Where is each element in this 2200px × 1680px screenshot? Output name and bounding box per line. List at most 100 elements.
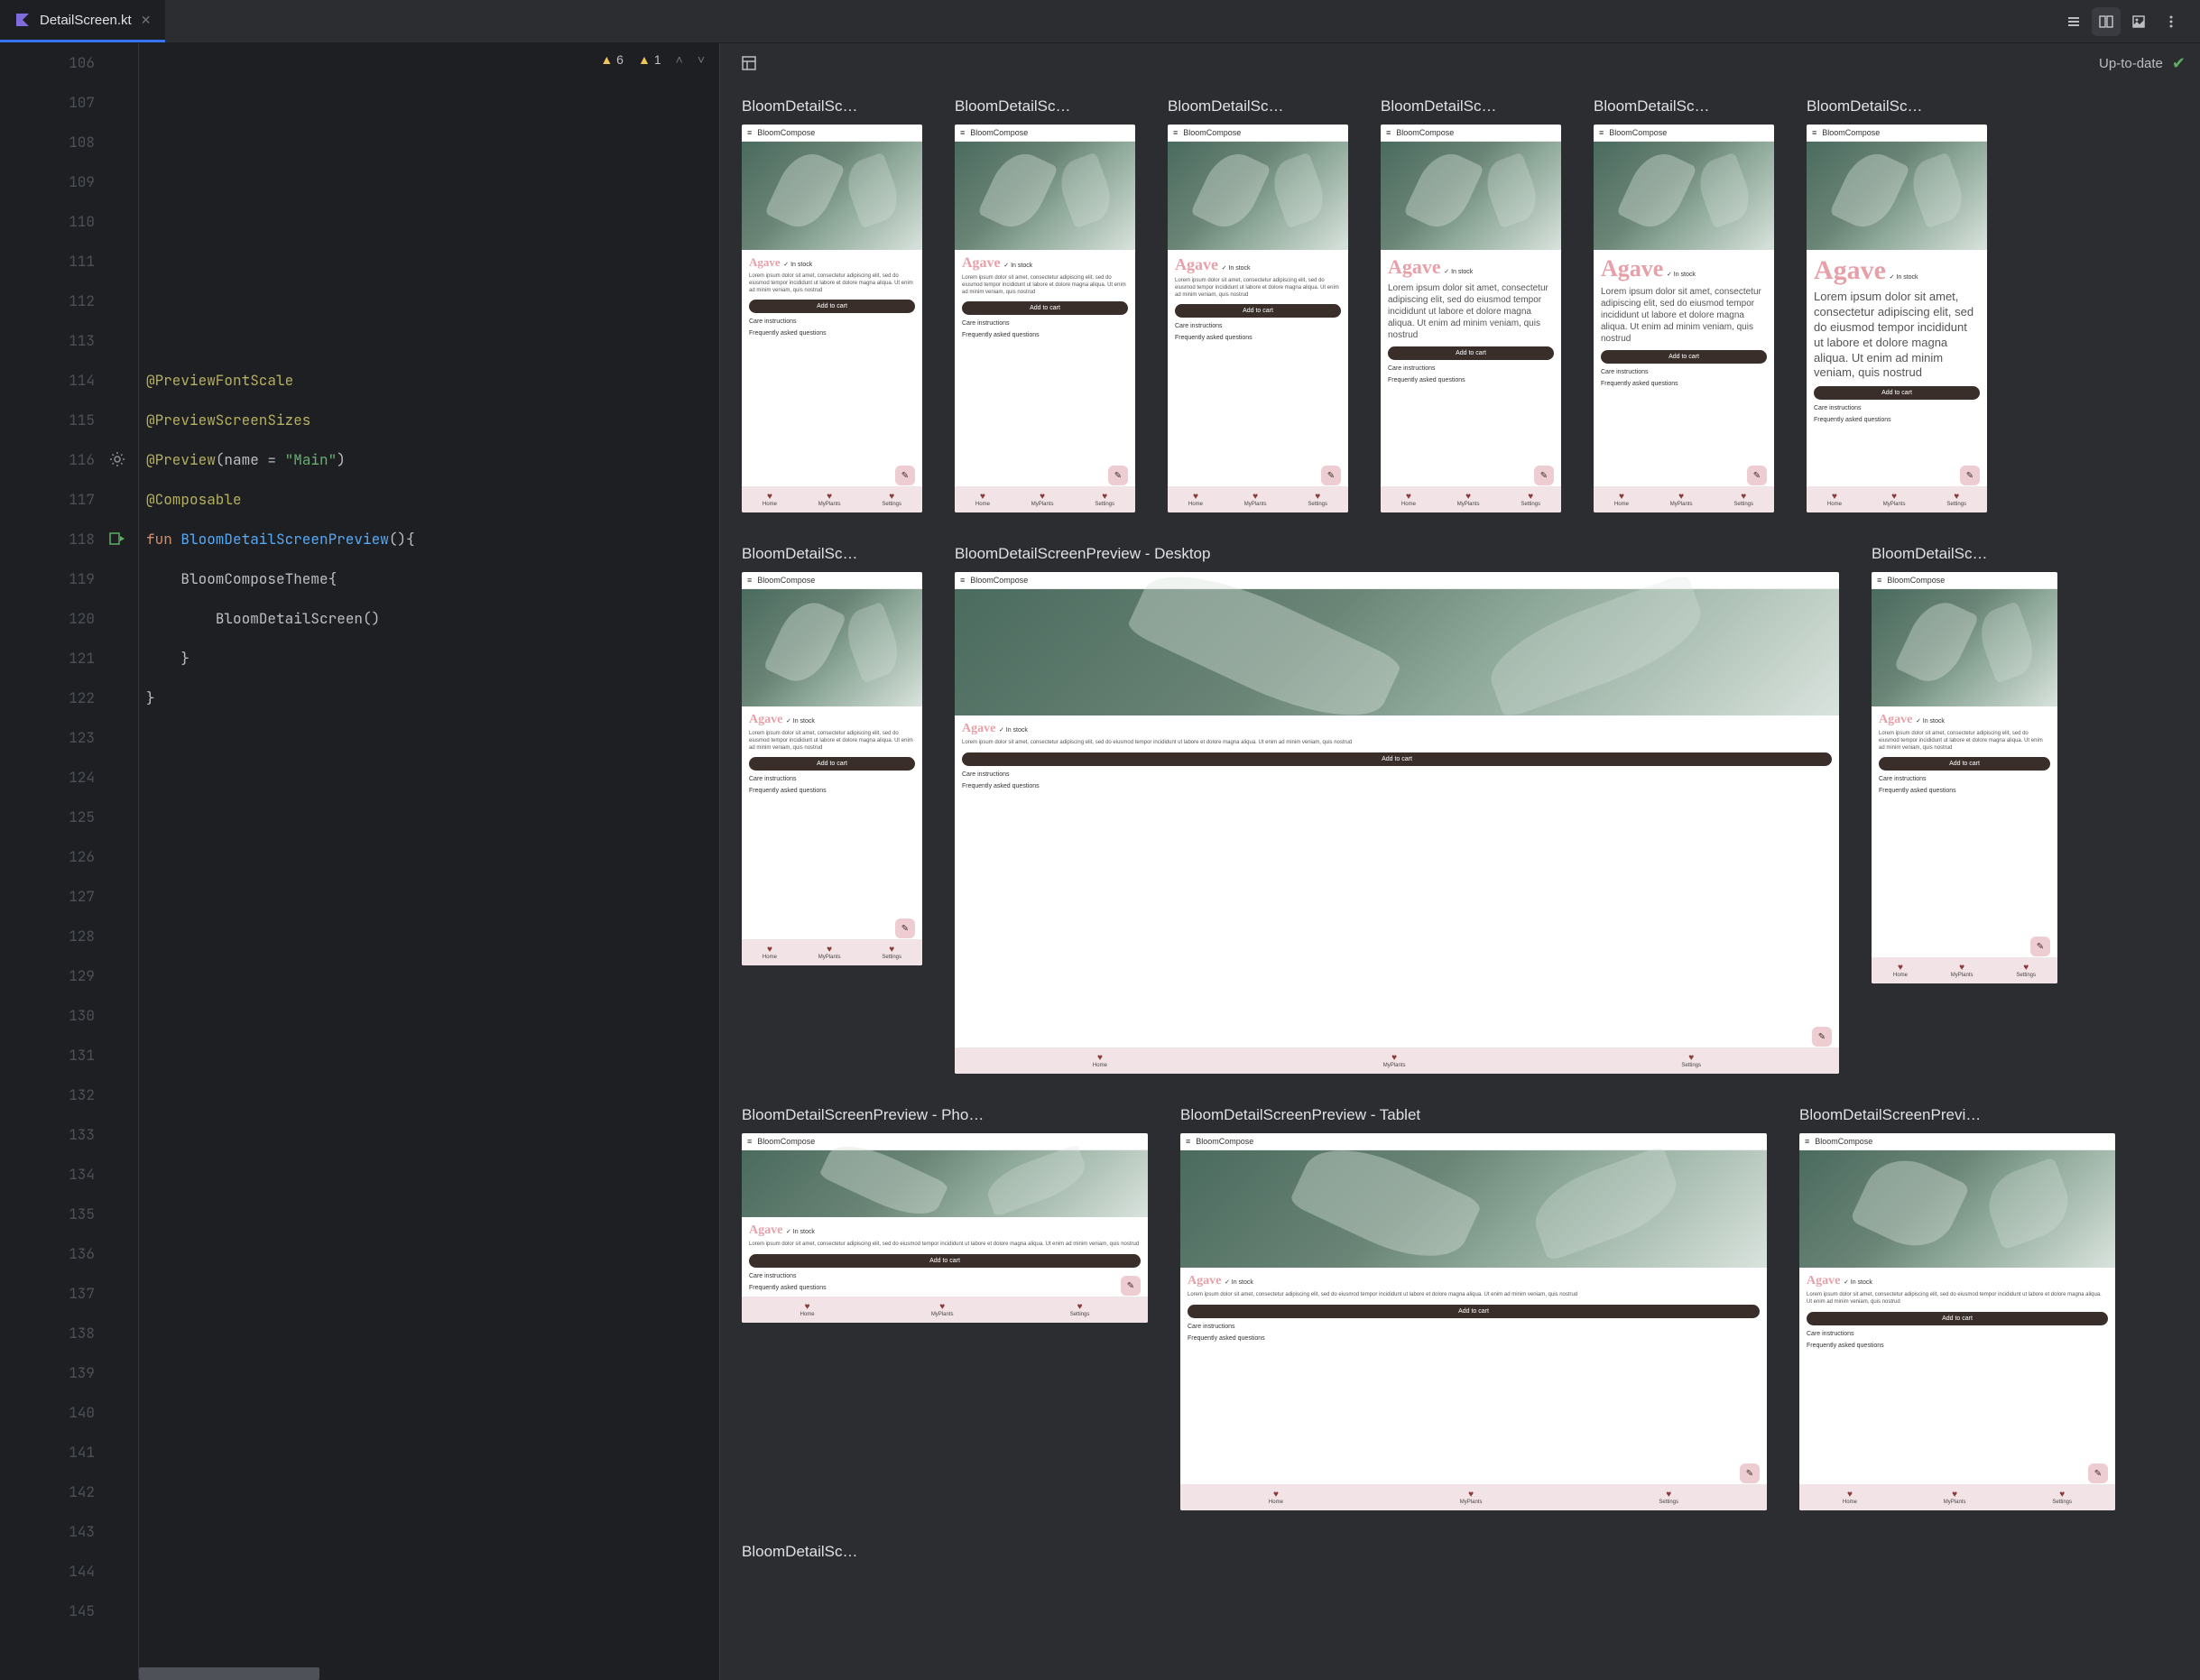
- code-line[interactable]: [146, 956, 719, 996]
- line-number[interactable]: 118: [0, 520, 95, 559]
- code-line[interactable]: [146, 162, 719, 202]
- code-line[interactable]: [146, 1234, 719, 1274]
- line-number[interactable]: 113: [0, 321, 95, 361]
- code-line[interactable]: [146, 1036, 719, 1075]
- line-number[interactable]: 129: [0, 956, 95, 996]
- next-highlight-icon[interactable]: ˅: [698, 52, 705, 67]
- code-line[interactable]: [146, 123, 719, 162]
- code-line[interactable]: [146, 83, 719, 123]
- preview-grid[interactable]: BloomDetailSc…≡BloomComposeAgave ✓ In st…: [720, 83, 2200, 1680]
- code-line[interactable]: BloomComposeTheme{: [146, 559, 719, 599]
- file-tab[interactable]: DetailScreen.kt ✕: [0, 0, 165, 42]
- split-view-icon[interactable]: [2092, 7, 2121, 36]
- line-number[interactable]: 131: [0, 1036, 95, 1075]
- code-line[interactable]: [146, 1353, 719, 1393]
- line-number[interactable]: 140: [0, 1393, 95, 1433]
- code-area[interactable]: 1061071081091101111121131141151161171181…: [0, 43, 719, 1680]
- code-line[interactable]: [146, 1195, 719, 1234]
- line-number[interactable]: 121: [0, 639, 95, 678]
- gear-icon[interactable]: [109, 451, 127, 469]
- code-line[interactable]: [146, 1472, 719, 1512]
- code-line[interactable]: @Preview(name = "Main"): [146, 440, 719, 480]
- warning-count-1[interactable]: ▲ 6: [600, 52, 624, 67]
- line-number[interactable]: 110: [0, 202, 95, 242]
- code-line[interactable]: [146, 1393, 719, 1433]
- line-number[interactable]: 139: [0, 1353, 95, 1393]
- code-line[interactable]: [146, 321, 719, 361]
- code-line[interactable]: [146, 1155, 719, 1195]
- warning-count-2[interactable]: ▲ 1: [638, 52, 661, 67]
- line-number[interactable]: 130: [0, 996, 95, 1036]
- preview-canvas[interactable]: ≡BloomComposeAgave ✓ In stockLorem ipsum…: [1799, 1133, 2115, 1510]
- line-number[interactable]: 112: [0, 282, 95, 321]
- line-number[interactable]: 108: [0, 123, 95, 162]
- preview-canvas[interactable]: ≡BloomComposeAgave ✓ In stockLorem ipsum…: [1594, 125, 1774, 512]
- code-line[interactable]: }: [146, 639, 719, 678]
- code-line[interactable]: [146, 1274, 719, 1314]
- prev-highlight-icon[interactable]: ˄: [676, 52, 683, 67]
- code-line[interactable]: @PreviewFontScale: [146, 361, 719, 401]
- line-number[interactable]: 138: [0, 1314, 95, 1353]
- code-line[interactable]: [146, 282, 719, 321]
- line-number[interactable]: 109: [0, 162, 95, 202]
- line-number[interactable]: 132: [0, 1075, 95, 1115]
- code-only-view-icon[interactable]: [2059, 7, 2088, 36]
- line-number[interactable]: 116: [0, 440, 95, 480]
- line-number[interactable]: 107: [0, 83, 95, 123]
- preview-canvas[interactable]: ≡BloomComposeAgave ✓ In stockLorem ipsum…: [742, 1133, 1148, 1323]
- line-number[interactable]: 124: [0, 758, 95, 798]
- code-line[interactable]: BloomDetailScreen(): [146, 599, 719, 639]
- code-line[interactable]: [146, 1115, 719, 1155]
- preview-canvas[interactable]: ≡BloomComposeAgave ✓ In stockLorem ipsum…: [1381, 125, 1561, 512]
- code-line[interactable]: fun BloomDetailScreenPreview(){: [146, 520, 719, 559]
- code-line[interactable]: @Composable: [146, 480, 719, 520]
- line-number-gutter[interactable]: 1061071081091101111121131141151161171181…: [0, 43, 139, 1680]
- code-line[interactable]: [146, 1592, 719, 1631]
- code-line[interactable]: [146, 837, 719, 877]
- line-number[interactable]: 127: [0, 877, 95, 917]
- preview-canvas[interactable]: ≡BloomComposeAgave ✓ In stockLorem ipsum…: [742, 572, 922, 965]
- code-line[interactable]: [146, 1552, 719, 1592]
- preview-canvas[interactable]: ≡BloomComposeAgave ✓ In stockLorem ipsum…: [1807, 125, 1987, 512]
- code-line[interactable]: [146, 202, 719, 242]
- code-line[interactable]: [146, 877, 719, 917]
- line-number[interactable]: 106: [0, 43, 95, 83]
- line-number[interactable]: 126: [0, 837, 95, 877]
- line-number[interactable]: 128: [0, 917, 95, 956]
- line-number[interactable]: 119: [0, 559, 95, 599]
- code-line[interactable]: [146, 1433, 719, 1472]
- line-number[interactable]: 115: [0, 401, 95, 440]
- line-number[interactable]: 134: [0, 1155, 95, 1195]
- more-actions-icon[interactable]: [2157, 7, 2186, 36]
- line-number[interactable]: 122: [0, 678, 95, 718]
- code-line[interactable]: [146, 917, 719, 956]
- code-line[interactable]: @PreviewScreenSizes: [146, 401, 719, 440]
- preview-canvas[interactable]: ≡BloomComposeAgave ✓ In stockLorem ipsum…: [742, 125, 922, 512]
- preview-layout-icon[interactable]: [735, 49, 763, 78]
- code-line[interactable]: [146, 758, 719, 798]
- tab-close-icon[interactable]: ✕: [141, 13, 152, 28]
- code-line[interactable]: }: [146, 678, 719, 718]
- line-number[interactable]: 123: [0, 718, 95, 758]
- code-line[interactable]: [146, 1075, 719, 1115]
- line-number[interactable]: 133: [0, 1115, 95, 1155]
- design-view-icon[interactable]: [2124, 7, 2153, 36]
- code-line[interactable]: [146, 1314, 719, 1353]
- preview-canvas[interactable]: ≡BloomComposeAgave ✓ In stockLorem ipsum…: [1872, 572, 2057, 983]
- line-number[interactable]: 141: [0, 1433, 95, 1472]
- code-line[interactable]: [146, 242, 719, 282]
- line-number[interactable]: 120: [0, 599, 95, 639]
- line-number[interactable]: 136: [0, 1234, 95, 1274]
- code-content[interactable]: @PreviewFontScale@PreviewScreenSizes@Pre…: [139, 43, 719, 1680]
- line-number[interactable]: 145: [0, 1592, 95, 1631]
- code-line[interactable]: [146, 996, 719, 1036]
- code-line[interactable]: [146, 1512, 719, 1552]
- horizontal-scrollbar[interactable]: [139, 1667, 319, 1680]
- preview-canvas[interactable]: ≡BloomComposeAgave ✓ In stockLorem ipsum…: [955, 125, 1135, 512]
- preview-canvas[interactable]: ≡BloomComposeAgave ✓ In stockLorem ipsum…: [1180, 1133, 1767, 1510]
- line-number[interactable]: 114: [0, 361, 95, 401]
- run-gutter-icon[interactable]: [109, 531, 127, 549]
- line-number[interactable]: 142: [0, 1472, 95, 1512]
- line-number[interactable]: 143: [0, 1512, 95, 1552]
- line-number[interactable]: 135: [0, 1195, 95, 1234]
